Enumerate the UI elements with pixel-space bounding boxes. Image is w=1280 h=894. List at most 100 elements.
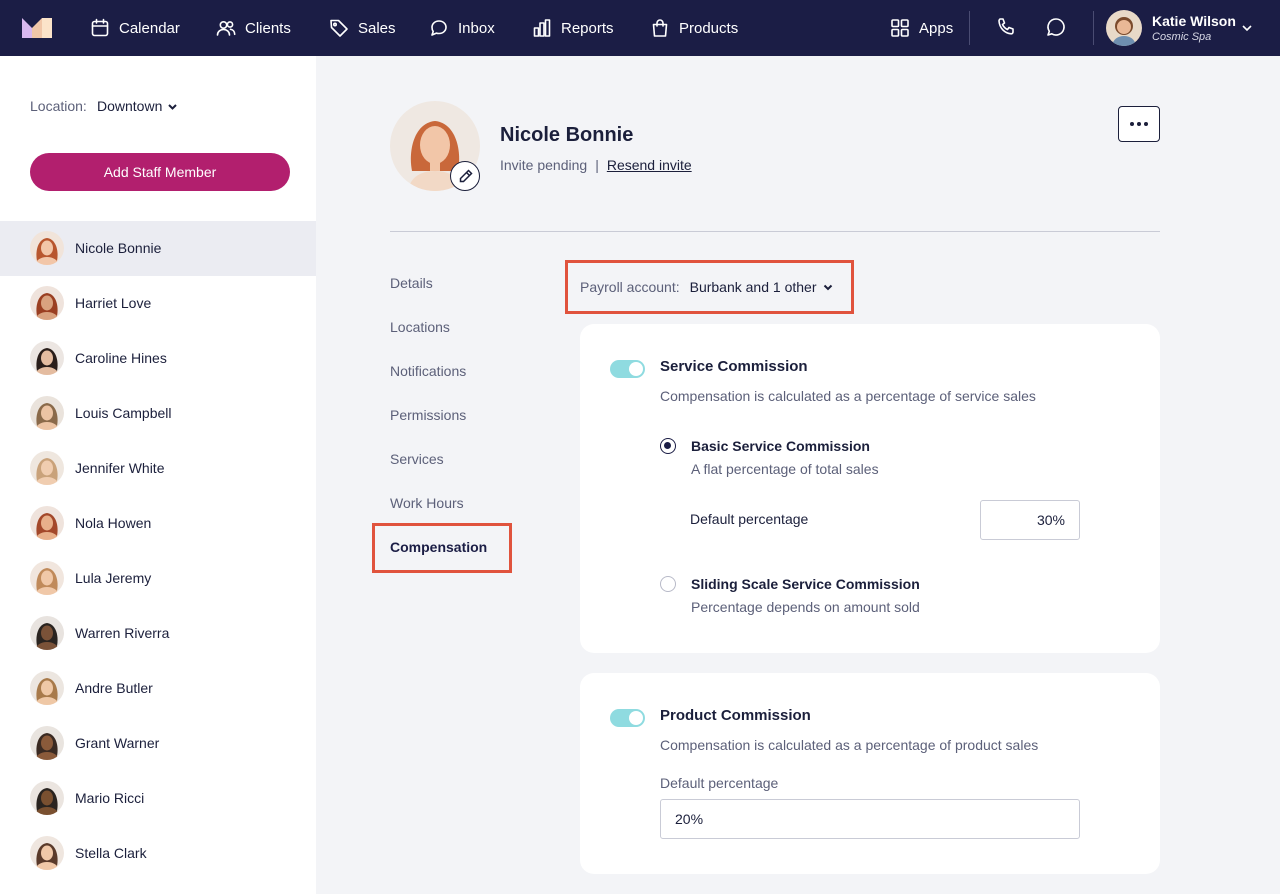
location-label: Location:	[30, 98, 87, 114]
user-name: Katie Wilson	[1152, 13, 1236, 29]
invite-status: Invite pending	[500, 157, 588, 173]
product-default-percentage-input[interactable]	[660, 799, 1080, 839]
nav-divider	[1093, 11, 1094, 45]
product-commission-title: Product Commission	[660, 707, 811, 724]
staff-avatar	[30, 341, 64, 375]
sliding-scale-commission-title: Sliding Scale Service Commission	[691, 576, 920, 592]
nav-sales[interactable]: Sales	[329, 0, 396, 56]
staff-name: Jennifer White	[75, 460, 165, 476]
apps-grid-icon	[891, 19, 909, 37]
staff-avatar	[30, 726, 64, 760]
sliding-scale-commission-radio[interactable]	[660, 576, 676, 592]
ellipsis-dot	[1137, 122, 1141, 126]
staff-list-item[interactable]: Grant Warner	[0, 716, 316, 771]
location-selector[interactable]: Downtown	[97, 98, 179, 114]
product-commission-description: Compensation is calculated as a percenta…	[660, 737, 1039, 753]
app-logo-icon[interactable]	[22, 16, 52, 38]
pencil-icon	[459, 168, 473, 182]
nav-clients[interactable]: Clients	[216, 0, 291, 56]
subnav-notifications[interactable]: Notifications	[390, 363, 466, 379]
staff-profile-name: Nicole Bonnie	[500, 124, 634, 146]
profile-divider	[390, 231, 1160, 232]
phone-icon	[998, 18, 1014, 35]
service-default-percentage-label: Default percentage	[690, 511, 809, 527]
staff-name: Harriet Love	[75, 295, 152, 311]
compensation-highlight	[372, 523, 512, 573]
staff-name: Lula Jeremy	[75, 570, 152, 586]
staff-list-item[interactable]: Warren Riverra	[0, 606, 316, 661]
staff-list-item[interactable]: Louis Campbell	[0, 386, 316, 441]
staff-avatar	[30, 616, 64, 650]
staff-list-item[interactable]: Lula Jeremy	[0, 551, 316, 606]
edit-photo-button[interactable]	[450, 161, 480, 191]
resend-invite-link[interactable]: Resend invite	[607, 157, 692, 173]
users-icon	[216, 20, 236, 36]
message-bubble-icon	[1047, 18, 1065, 36]
staff-list: Nicole Bonnie Harriet Love Caroline Hines L…	[0, 221, 316, 881]
nav-clients-label: Clients	[245, 19, 291, 37]
staff-avatar	[30, 506, 64, 540]
nav-products-label: Products	[679, 19, 739, 37]
invite-status-row: Invite pending | Resend invite	[500, 157, 692, 173]
nav-sales-label: Sales	[358, 19, 396, 37]
user-business: Cosmic Spa	[1152, 31, 1212, 43]
more-options-button[interactable]	[1118, 106, 1160, 142]
payroll-highlight	[565, 260, 854, 314]
chevron-down-icon	[1242, 25, 1252, 32]
staff-name: Mario Ricci	[75, 790, 145, 806]
top-navigation-bar: Calendar Clients Sales Inbox Reports Pro…	[0, 0, 1280, 56]
staff-name: Stella Clark	[75, 845, 147, 861]
nav-calendar-label: Calendar	[119, 19, 180, 37]
service-commission-description: Compensation is calculated as a percenta…	[660, 388, 1036, 404]
staff-avatar	[30, 781, 64, 815]
staff-list-item[interactable]: Harriet Love	[0, 276, 316, 331]
chevron-down-icon	[168, 103, 178, 110]
product-default-percentage-label: Default percentage	[660, 775, 779, 791]
staff-list-item[interactable]: Nicole Bonnie	[0, 221, 316, 276]
staff-list-item[interactable]: Mario Ricci	[0, 771, 316, 826]
staff-list-item[interactable]: Andre Butler	[0, 661, 316, 716]
product-commission-card: Product Commission Compensation is calcu…	[580, 673, 1160, 874]
service-default-percentage-input[interactable]	[980, 500, 1080, 540]
staff-list-item[interactable]: Stella Clark	[0, 826, 316, 881]
nav-calendar[interactable]: Calendar	[90, 0, 180, 56]
staff-name: Nola Howen	[75, 515, 152, 531]
calendar-icon	[91, 18, 109, 37]
product-commission-toggle[interactable]	[610, 709, 645, 727]
location-value: Downtown	[97, 98, 163, 114]
nav-inbox[interactable]: Inbox	[429, 0, 495, 56]
bar-chart-icon	[533, 19, 551, 37]
basic-commission-title: Basic Service Commission	[691, 438, 870, 454]
nav-reports[interactable]: Reports	[532, 0, 614, 56]
staff-list-item[interactable]: Caroline Hines	[0, 331, 316, 386]
ellipsis-icon	[1130, 122, 1134, 126]
user-menu[interactable]: Katie Wilson Cosmic Spa	[1106, 10, 1266, 46]
subnav-locations[interactable]: Locations	[390, 319, 450, 335]
staff-avatar	[30, 396, 64, 430]
subnav-details[interactable]: Details	[390, 275, 433, 291]
subnav-permissions[interactable]: Permissions	[390, 407, 466, 423]
staff-name: Grant Warner	[75, 735, 160, 751]
staff-name: Louis Campbell	[75, 405, 172, 421]
staff-avatar	[30, 561, 64, 595]
messages-button[interactable]	[1045, 16, 1069, 40]
subnav-work-hours[interactable]: Work Hours	[390, 495, 464, 511]
tag-icon	[330, 19, 348, 37]
staff-name: Nicole Bonnie	[75, 240, 162, 256]
staff-avatar	[30, 231, 64, 265]
service-commission-card: Service Commission Compensation is calcu…	[580, 324, 1160, 653]
add-staff-member-button[interactable]: Add Staff Member	[30, 153, 290, 191]
chat-icon	[431, 20, 447, 36]
user-avatar	[1106, 10, 1142, 46]
staff-avatar	[30, 836, 64, 870]
nav-products[interactable]: Products	[650, 0, 738, 56]
service-commission-toggle[interactable]	[610, 360, 645, 378]
staff-list-item[interactable]: Nola Howen	[0, 496, 316, 551]
phone-button[interactable]	[995, 16, 1019, 40]
service-commission-title: Service Commission	[660, 358, 808, 375]
nav-reports-label: Reports	[561, 19, 614, 37]
basic-commission-radio[interactable]	[660, 438, 676, 454]
staff-list-item[interactable]: Jennifer White	[0, 441, 316, 496]
nav-apps[interactable]: Apps	[890, 0, 953, 56]
subnav-services[interactable]: Services	[390, 451, 444, 467]
